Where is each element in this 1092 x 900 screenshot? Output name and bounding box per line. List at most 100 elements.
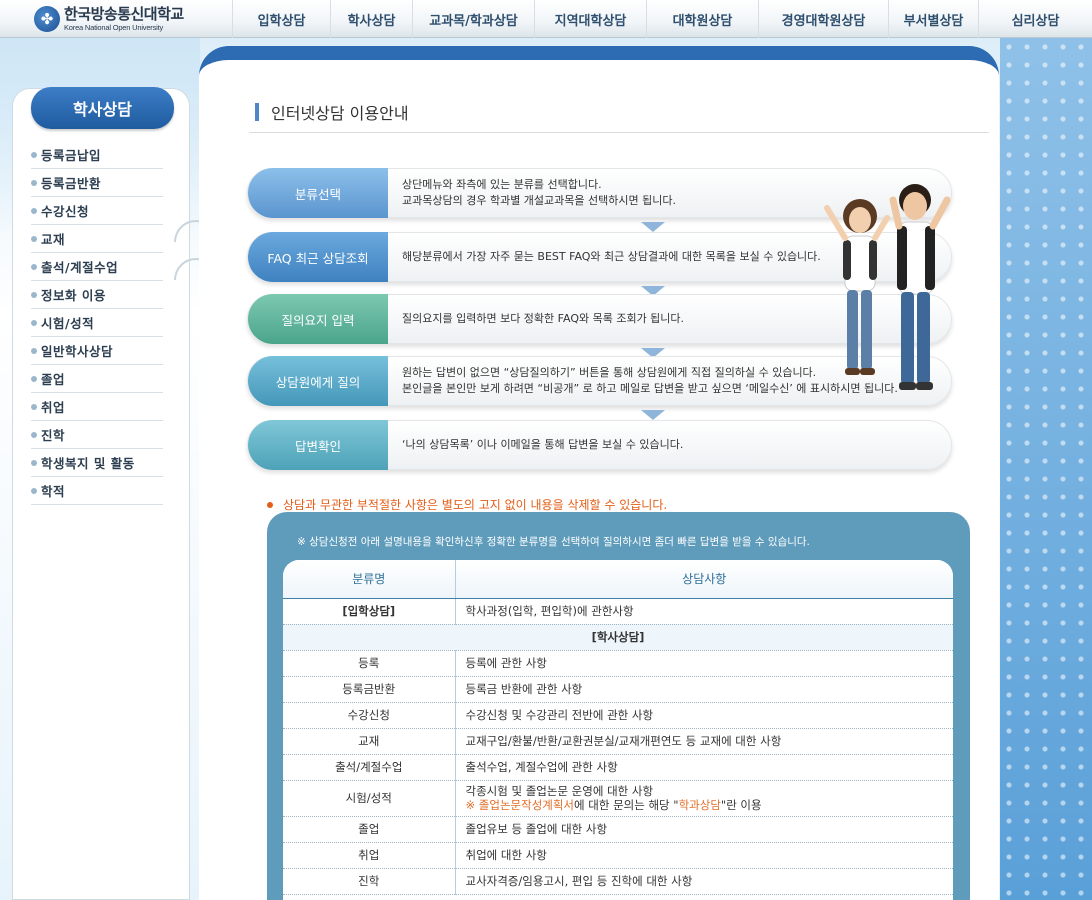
nav-item-academic[interactable]: 학사상담 [330, 0, 412, 38]
table-cell-category: 진학 [283, 868, 456, 895]
sidebar-item-attendance[interactable]: 출석/계절수업 [31, 253, 163, 281]
bullet-icon [31, 347, 37, 354]
step-description: ‘나의 상담목록’ 이나 이메일을 통해 답변을 보실 수 있습니다. [388, 437, 683, 453]
sidebar-item-employment[interactable]: 취업 [31, 393, 163, 421]
nav-item-course-department[interactable]: 교과목/학과상담 [412, 0, 534, 38]
notice-text: 상담과 무관한 부적절한 사항은 별도의 고지 없이 내용을 삭제할 수 있습니… [283, 498, 668, 512]
background-pattern [1000, 38, 1092, 900]
logo-name-english: Korea National Open University [64, 22, 164, 32]
category-table: 분류명 상담사항 [입학상담] 학사과정(입학, 편입학)에 관한사항 [학사상… [283, 560, 953, 895]
table-cell-category: 출석/계절수업 [283, 754, 456, 781]
sidebar-item-label: 수강신청 [41, 204, 90, 219]
bullet-icon [31, 207, 37, 214]
sidebar-item-tuition-refund[interactable]: 등록금반환 [31, 169, 163, 197]
step-check-answer: 답변확인 ‘나의 상담목록’ 이나 이메일을 통해 답변을 보실 수 있습니다. [247, 420, 952, 470]
sidebar-item-general[interactable]: 일반학사상담 [31, 337, 163, 365]
sidebar-item-label: 시험/성적 [41, 316, 95, 331]
main-nav: 입학상담 학사상담 교과목/학과상담 지역대학상담 대학원상담 경영대학원상담 … [232, 0, 1092, 38]
table-cell-description: 수강신청 및 수강관리 전반에 관한 사항 [455, 702, 953, 729]
step-description: 해당분류에서 가장 자주 묻는 BEST FAQ와 최근 상담결과에 대한 목록… [388, 249, 821, 265]
students-illustration [824, 184, 951, 390]
table-cell-description: 학사과정(입학, 편입학)에 관한사항 [455, 598, 953, 625]
bullet-icon [31, 403, 37, 410]
table-cell-description: 취업에 대한 사항 [455, 842, 953, 869]
table-row: 졸업 졸업유보 등 졸업에 대한 사항 [283, 816, 953, 843]
department-counseling-link[interactable]: 학과상담 [679, 798, 721, 812]
sidebar-item-label: 등록금납입 [41, 148, 102, 163]
exam-row-line: 각종시험 및 졸업논문 운영에 대한 사항 [465, 784, 654, 798]
sidebar-item-further-study[interactable]: 진학 [31, 421, 163, 449]
sidebar-item-label: 졸업 [41, 372, 66, 387]
sidebar-item-label: 교재 [41, 232, 66, 247]
sidebar-item-label: 일반학사상담 [41, 344, 114, 359]
sidebar-title: 학사상담 [31, 87, 174, 129]
table-cell-description: 교재구입/환불/반환/교환권분실/교재개편연도 등 교재에 대한 사항 [455, 728, 953, 755]
table-row: 교재 교재구입/환불/반환/교환권분실/교재개편연도 등 교재에 대한 사항 [283, 728, 953, 755]
table-row: 출석/계절수업 출석수업, 계절수업에 관한 사항 [283, 754, 953, 781]
table-cell-category: 교재 [283, 728, 456, 755]
sidebar-item-label: 진학 [41, 428, 66, 443]
category-guide-panel: ※ 상담신청전 아래 설명내용을 확인하신후 정확한 분류명을 선택하여 질의하… [267, 512, 970, 900]
table-section-row: [학사상담] [283, 624, 953, 651]
table-cell-description: 출석수업, 계절수업에 관한 사항 [455, 754, 953, 781]
sidebar-item-graduation[interactable]: 졸업 [31, 365, 163, 393]
nav-item-counseling[interactable]: 심리상담 [978, 0, 1092, 38]
title-bar-icon [255, 103, 259, 121]
bullet-icon [31, 151, 37, 158]
nav-item-admission[interactable]: 입학상담 [232, 0, 330, 38]
sidebar-item-it-usage[interactable]: 정보화 이용 [31, 281, 163, 309]
nav-item-department[interactable]: 부서별상담 [888, 0, 978, 38]
sidebar-item-tuition-payment[interactable]: 등록금납입 [31, 141, 163, 169]
bullet-icon [31, 235, 37, 242]
nav-item-graduate[interactable]: 대학원상담 [646, 0, 758, 38]
table-cell-category: 등록금반환 [283, 676, 456, 703]
table-cell-description: 등록금 반환에 관한 사항 [455, 676, 953, 703]
page-title-text: 인터넷상담 이용안내 [271, 104, 409, 123]
step-label: 질의요지 입력 [248, 294, 388, 344]
sidebar-item-welfare[interactable]: 학생복지 및 활동 [31, 449, 163, 477]
bullet-icon [31, 375, 37, 382]
step-label: 분류선택 [248, 168, 388, 218]
sidebar-menu: 등록금납입 등록금반환 수강신청 교재 출석/계절수업 정보화 이용 시험/성적… [31, 141, 163, 505]
table-header-row: 분류명 상담사항 [283, 560, 953, 599]
exam-note-text: "란 이용 [720, 798, 762, 812]
step-label: 답변확인 [248, 420, 388, 470]
top-navigation: ✤ 한국방송통신대학교 Korea National Open Universi… [0, 0, 1092, 38]
sidebar-item-label: 학생복지 및 활동 [41, 456, 135, 471]
step-description: 질의요지를 입력하면 보다 정확한 FAQ와 목록 조회가 됩니다. [388, 311, 684, 327]
table-cell-category: 수강신청 [283, 702, 456, 729]
table-cell-description: 교사자격증/임용고시, 편입 등 진학에 대한 사항 [455, 868, 953, 895]
nav-item-regional[interactable]: 지역대학상담 [534, 0, 646, 38]
sidebar-item-label: 등록금반환 [41, 176, 102, 191]
sidebar-item-records[interactable]: 학적 [31, 477, 163, 505]
logo-emblem-icon: ✤ [34, 6, 60, 32]
table-cell-category: 취업 [283, 842, 456, 869]
table-row: 수강신청 수강신청 및 수강관리 전반에 관한 사항 [283, 702, 953, 729]
sidebar-item-textbook[interactable]: 교재 [31, 225, 163, 253]
bullet-icon [31, 291, 37, 298]
nav-item-business-graduate[interactable]: 경영대학원상담 [758, 0, 888, 38]
table-row: 진학 교사자격증/임용고시, 편입 등 진학에 대한 사항 [283, 868, 953, 895]
table-cell-description: 각종시험 및 졸업논문 운영에 대한 사항 ※ 졸업논문작성계획서에 대한 문의… [455, 780, 953, 817]
bullet-icon [31, 179, 37, 186]
university-logo[interactable]: ✤ 한국방송통신대학교 Korea National Open Universi… [0, 0, 232, 38]
category-table-container: 분류명 상담사항 [입학상담] 학사과정(입학, 편입학)에 관한사항 [학사상… [283, 560, 953, 900]
bullet-icon [31, 459, 37, 466]
column-header-details: 상담사항 [455, 560, 953, 599]
table-row: 등록금반환 등록금 반환에 관한 사항 [283, 676, 953, 703]
table-cell-category: 시험/성적 [283, 780, 456, 817]
exam-note-highlight: ※ 졸업논문작성계획서 [465, 798, 575, 812]
arrow-down-icon [641, 410, 665, 420]
sidebar-item-course-registration[interactable]: 수강신청 [31, 197, 163, 225]
table-cell-description: 등록에 관한 사항 [455, 650, 953, 677]
step-text: 질의요지를 입력하면 보다 정확한 FAQ와 목록 조회가 됩니다. [402, 312, 685, 325]
sidebar-item-exam-grades[interactable]: 시험/성적 [31, 309, 163, 337]
sidebar: 학사상담 등록금납입 등록금반환 수강신청 교재 출석/계절수업 정보화 이용 … [12, 87, 190, 900]
bullet-icon [31, 487, 37, 494]
arrow-down-icon [641, 222, 665, 232]
step-label: 상담원에게 질의 [248, 356, 388, 406]
logo-name-korean: 한국방송통신대학교 [64, 4, 184, 23]
table-cell-category: 졸업 [283, 816, 456, 843]
table-row: 시험/성적 각종시험 및 졸업논문 운영에 대한 사항 ※ 졸업논문작성계획서에… [283, 780, 953, 817]
sidebar-item-label: 출석/계절수업 [41, 260, 119, 275]
